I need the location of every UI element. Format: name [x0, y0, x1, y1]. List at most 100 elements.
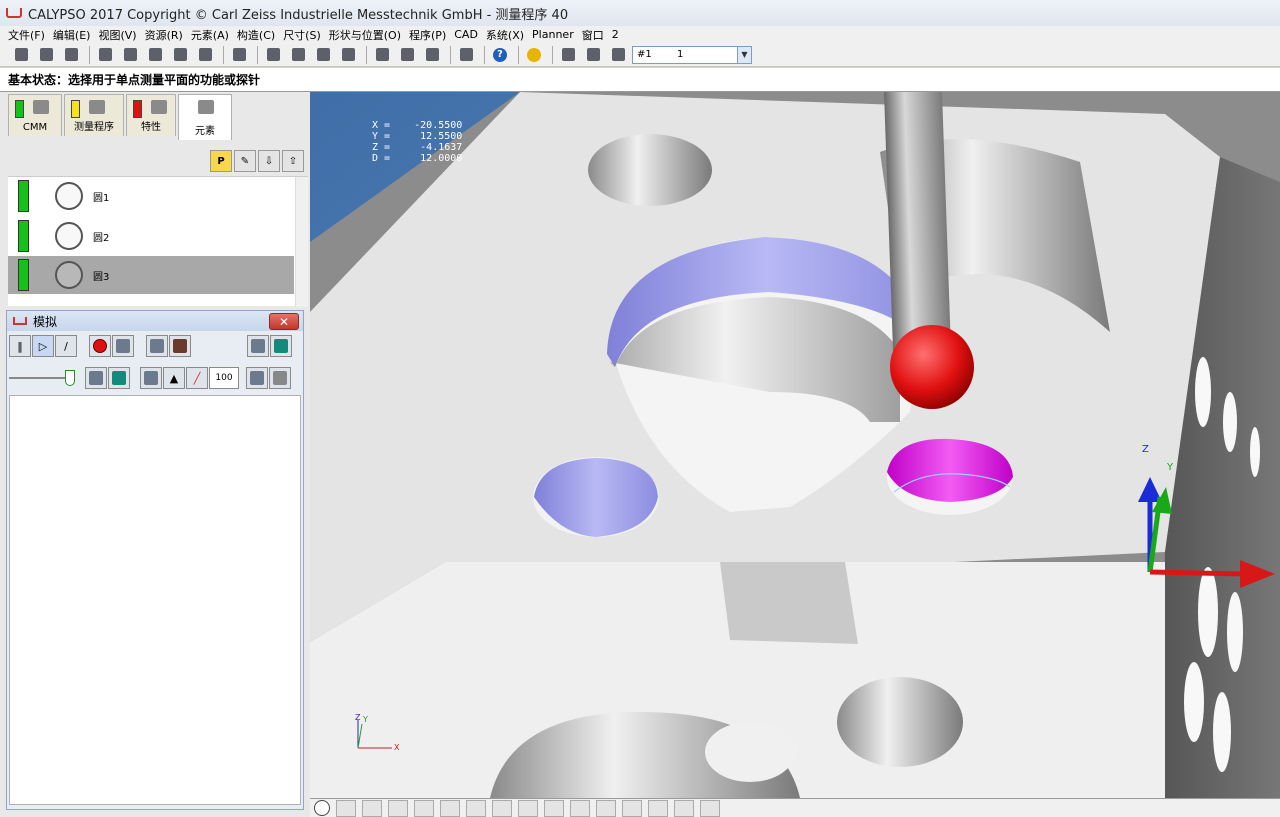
feature-filter-button[interactable]	[362, 799, 382, 817]
cad-viewport[interactable]: Z Y Z Y X X = -20.5500 Y = 12.5500 Z = -…	[310, 92, 1280, 798]
tab-characteristics[interactable]: 特性	[126, 94, 176, 136]
tab-cmm[interactable]: CMM	[8, 94, 62, 136]
open-icon	[39, 48, 53, 61]
circle-icon	[55, 182, 83, 210]
sim-path-button[interactable]: ╱	[186, 367, 208, 389]
report-button[interactable]	[421, 45, 443, 65]
fixture-icon	[144, 371, 158, 385]
machine-button[interactable]	[312, 45, 334, 65]
zoom-in-button[interactable]	[648, 799, 668, 817]
probe-change-button[interactable]	[557, 45, 579, 65]
axis-view-button[interactable]	[596, 799, 616, 817]
probe-change-icon	[561, 48, 575, 61]
features-button[interactable]	[262, 45, 284, 65]
step-button[interactable]: /	[55, 335, 77, 357]
sim-stylus-button[interactable]: ▲	[163, 367, 185, 389]
move-down-button[interactable]: ⇩	[258, 150, 280, 172]
help-button[interactable]: ?	[489, 45, 511, 65]
menu-form-position[interactable]: 形状与位置(O)	[329, 27, 401, 43]
tab-features[interactable]: 元素	[178, 94, 232, 140]
menu-file[interactable]: 文件(F)	[8, 27, 45, 43]
chevron-down-icon[interactable]: ▼	[737, 46, 751, 63]
speed-slider[interactable]	[9, 368, 79, 388]
binoculars-button[interactable]	[228, 45, 250, 65]
axis-z-label: Z	[1142, 444, 1149, 455]
step-icon: /	[64, 339, 68, 353]
sim-table-button[interactable]	[108, 367, 130, 389]
menu-resources[interactable]: 资源(R)	[145, 27, 183, 43]
lock-button[interactable]	[455, 45, 477, 65]
rotate-button[interactable]	[518, 799, 538, 817]
menu-window[interactable]: 窗口	[582, 27, 604, 43]
copy-button[interactable]	[119, 45, 141, 65]
print-button[interactable]	[371, 45, 393, 65]
simulation-panel	[9, 395, 301, 805]
pause-button[interactable]: ‖	[9, 335, 31, 357]
sim-part-button[interactable]	[169, 335, 191, 357]
save-icon	[64, 48, 78, 61]
rotate-x-button[interactable]	[544, 799, 564, 817]
edit-button[interactable]: ✎	[234, 150, 256, 172]
sim-fixture-button[interactable]	[140, 367, 162, 389]
close-button[interactable]: ✕	[269, 313, 299, 330]
play-button[interactable]: ▷	[32, 335, 54, 357]
select-mode-button[interactable]	[336, 799, 356, 817]
menu-construct[interactable]: 构造(C)	[237, 27, 275, 43]
menu-2[interactable]: 2	[612, 28, 619, 41]
probe-calibrate-button[interactable]	[582, 45, 604, 65]
menu-system[interactable]: 系统(X)	[486, 27, 524, 43]
sim-view-button[interactable]	[247, 335, 269, 357]
circle-select-button[interactable]	[314, 800, 330, 816]
cube-wire-button[interactable]	[414, 799, 434, 817]
probe-button[interactable]	[169, 45, 191, 65]
sim-clearance-button[interactable]	[85, 367, 107, 389]
feature-show-button[interactable]	[388, 799, 408, 817]
undo-button[interactable]	[194, 45, 216, 65]
tab-measurement-plan[interactable]: 测量程序	[64, 94, 124, 136]
save-button[interactable]	[60, 45, 82, 65]
cube-solid-button[interactable]	[440, 799, 460, 817]
menu-view[interactable]: 视图(V)	[98, 27, 136, 43]
stylus-select[interactable]: #1 1 ▼	[632, 45, 752, 64]
p-button[interactable]: P	[210, 150, 232, 172]
new-button[interactable]	[10, 45, 32, 65]
list-item-selected[interactable]: 圆3	[8, 256, 294, 294]
delete-button[interactable]	[396, 45, 418, 65]
menu-edit[interactable]: 编辑(E)	[53, 27, 91, 43]
stylus-button[interactable]	[287, 45, 309, 65]
rotate-y-button[interactable]	[570, 799, 590, 817]
pan-button[interactable]	[466, 799, 486, 817]
menu-program[interactable]: 程序(P)	[409, 27, 446, 43]
paste-button[interactable]	[144, 45, 166, 65]
list-item[interactable]: 圆2	[8, 217, 294, 255]
sim-toolbar-1: ‖ ▷ /	[9, 335, 293, 357]
settings-button[interactable]	[523, 45, 545, 65]
sim-copy-view-button[interactable]	[269, 367, 291, 389]
slider-thumb[interactable]	[65, 370, 75, 386]
menu-cad[interactable]: CAD	[454, 28, 478, 41]
sim-machine-button[interactable]	[270, 335, 292, 357]
menu-planner[interactable]: Planner	[532, 28, 574, 41]
zoom-out-button[interactable]	[622, 799, 642, 817]
hand-button[interactable]	[492, 799, 512, 817]
clearance-icon	[89, 371, 103, 385]
probe-config-button[interactable]	[607, 45, 629, 65]
move-up-button[interactable]: ⇧	[282, 150, 304, 172]
printer-icon	[375, 48, 389, 61]
sim-export-button[interactable]	[246, 367, 268, 389]
zoom-fit-button[interactable]	[700, 799, 720, 817]
list-item[interactable]: 圆1	[8, 177, 294, 215]
sim-device-button[interactable]	[146, 335, 168, 357]
cut-button[interactable]	[94, 45, 116, 65]
simulation-title-bar[interactable]: 模拟 ✕	[7, 311, 303, 331]
toolbar-separator	[484, 45, 485, 64]
menu-size[interactable]: 尺寸(S)	[283, 27, 321, 43]
tools-button[interactable]	[337, 45, 359, 65]
part-step-face	[720, 562, 858, 644]
probe-sim-button[interactable]	[112, 335, 134, 357]
zoom-button[interactable]	[674, 799, 694, 817]
record-button[interactable]	[89, 335, 111, 357]
list-scrollbar[interactable]	[295, 177, 308, 307]
menu-elements[interactable]: 元素(A)	[191, 27, 229, 43]
open-button[interactable]	[35, 45, 57, 65]
